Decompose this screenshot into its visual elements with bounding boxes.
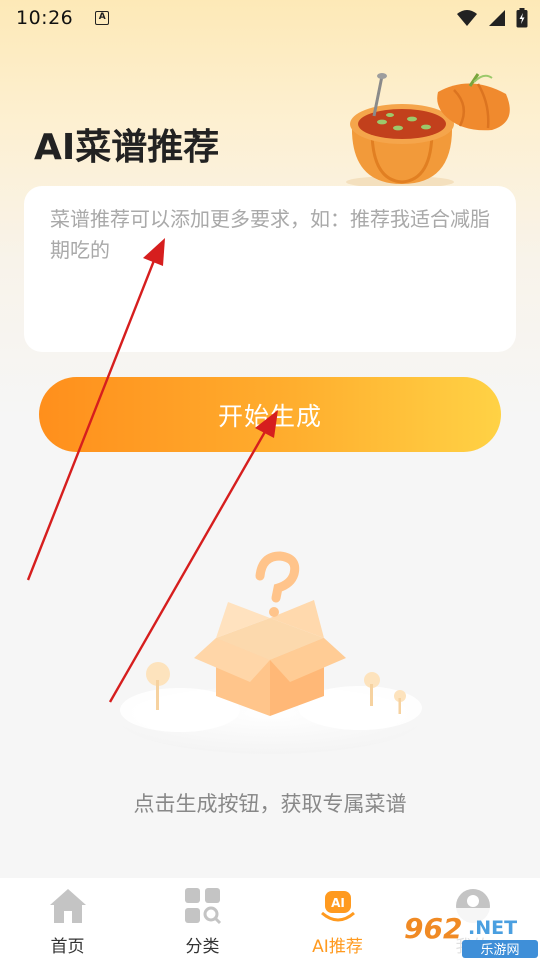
category-icon (183, 886, 223, 926)
empty-state-message: 点击生成按钮，获取专属菜谱 (133, 792, 407, 816)
battery-icon (516, 8, 528, 28)
recipe-prompt-box[interactable] (24, 186, 516, 352)
status-time: 10:26 (16, 7, 74, 29)
watermark-number: 962 (404, 912, 462, 945)
tab-ai-recommend-label: AI推荐 (312, 937, 363, 957)
page-title: AI菜谱推荐 (34, 127, 220, 168)
tab-ai-recommend[interactable]: AI AI推荐 (270, 878, 405, 960)
tab-category[interactable]: 分类 (135, 878, 270, 960)
site-watermark: 962 .NET 乐游网 (398, 908, 540, 958)
pumpkin-soup-illustration (346, 73, 510, 188)
ai-badge-text: AI (331, 896, 345, 910)
watermark-sub: 乐游网 (480, 943, 519, 958)
empty-box-illustration (120, 551, 422, 754)
ai-icon: AI (318, 886, 358, 926)
notification-a-icon: A (95, 11, 110, 25)
tab-category-label: 分类 (185, 937, 220, 957)
tab-home-label: 首页 (50, 937, 85, 957)
tab-home[interactable]: 首页 (0, 878, 135, 960)
watermark-suffix: .NET (468, 917, 517, 939)
wifi-icon (457, 10, 477, 26)
recipe-prompt-input[interactable] (50, 204, 490, 334)
status-bar: 10:26 A (0, 0, 540, 36)
home-icon (48, 886, 88, 926)
signal-icon (489, 10, 505, 26)
generate-button[interactable]: 开始生成 (39, 377, 501, 452)
status-icons (456, 8, 528, 28)
